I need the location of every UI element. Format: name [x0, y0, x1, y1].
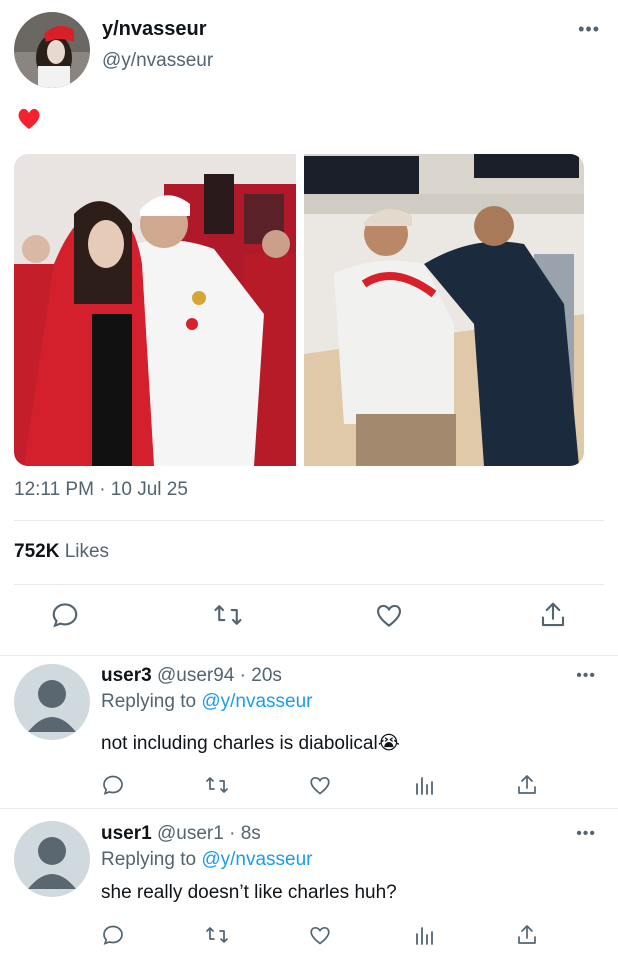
divider — [14, 584, 604, 585]
tweet-timestamp[interactable]: 12:11 PM · 10 Jul 25 — [14, 479, 188, 501]
avatar[interactable] — [14, 664, 90, 740]
avatar[interactable] — [14, 821, 90, 897]
reply-icon[interactable] — [50, 600, 82, 632]
likes-number: 752K — [14, 541, 60, 562]
mention-link[interactable]: @y/nvasseur — [201, 691, 312, 712]
divider — [14, 520, 604, 521]
photo-ferrari-team[interactable] — [14, 154, 296, 466]
like-icon[interactable] — [374, 600, 406, 632]
more-options-icon[interactable]: ••• — [576, 825, 596, 843]
media-grid — [14, 154, 584, 466]
red-heart-icon — [16, 106, 42, 132]
replying-label: Replying to — [101, 849, 197, 870]
reply-author[interactable]: user3 @user94 · 20s — [101, 665, 282, 687]
handle[interactable]: @y/nvasseur — [102, 50, 213, 72]
more-options-icon[interactable]: ••• — [576, 667, 596, 685]
likes-label: Likes — [64, 541, 110, 562]
reply-handle: @user1 — [156, 823, 224, 844]
retweet-icon[interactable] — [213, 600, 245, 632]
reply-icon[interactable] — [101, 773, 127, 799]
reply-icon[interactable] — [101, 923, 127, 949]
photo-bowling-alley[interactable] — [304, 154, 584, 466]
reply-author[interactable]: user1 @user1 · 8s — [101, 823, 261, 845]
reply-display-name: user1 — [101, 823, 152, 844]
tweet-header: y/nvasseur @y/nvasseur ••• — [14, 10, 604, 90]
reply-text: she really doesn’t like charles huh? — [101, 882, 397, 903]
replying-label: Replying to — [101, 691, 197, 712]
likes-count[interactable]: 752K Likes — [14, 541, 109, 563]
share-icon[interactable] — [538, 600, 570, 632]
like-icon[interactable] — [308, 923, 334, 949]
retweet-icon[interactable] — [205, 773, 231, 799]
reply-item[interactable]: user1 @user1 · 8s ••• Replying to @y/nva… — [0, 808, 618, 960]
share-icon[interactable] — [515, 923, 541, 949]
share-icon[interactable] — [515, 773, 541, 799]
analytics-icon[interactable] — [412, 773, 438, 799]
replying-to: Replying to @y/nvasseur — [101, 849, 313, 871]
reply-time: · 8s — [229, 823, 261, 844]
mention-link[interactable]: @y/nvasseur — [201, 849, 312, 870]
reply-item[interactable]: user3 @user94 · 20s ••• Replying to @y/n… — [0, 655, 618, 808]
reply-handle: @user94 — [156, 665, 235, 686]
analytics-icon[interactable] — [412, 923, 438, 949]
retweet-icon[interactable] — [205, 923, 231, 949]
more-options-icon[interactable]: ••• — [578, 20, 600, 38]
reply-time: · 20s — [239, 665, 282, 686]
tweet-action-bar — [0, 600, 618, 640]
replying-to: Replying to @y/nvasseur — [101, 691, 313, 713]
reply-display-name: user3 — [101, 665, 152, 686]
like-icon[interactable] — [308, 773, 334, 799]
avatar[interactable] — [14, 12, 90, 88]
display-name[interactable]: y/nvasseur — [102, 18, 207, 41]
reply-text: not including charles is diabolical😭 — [101, 733, 400, 754]
